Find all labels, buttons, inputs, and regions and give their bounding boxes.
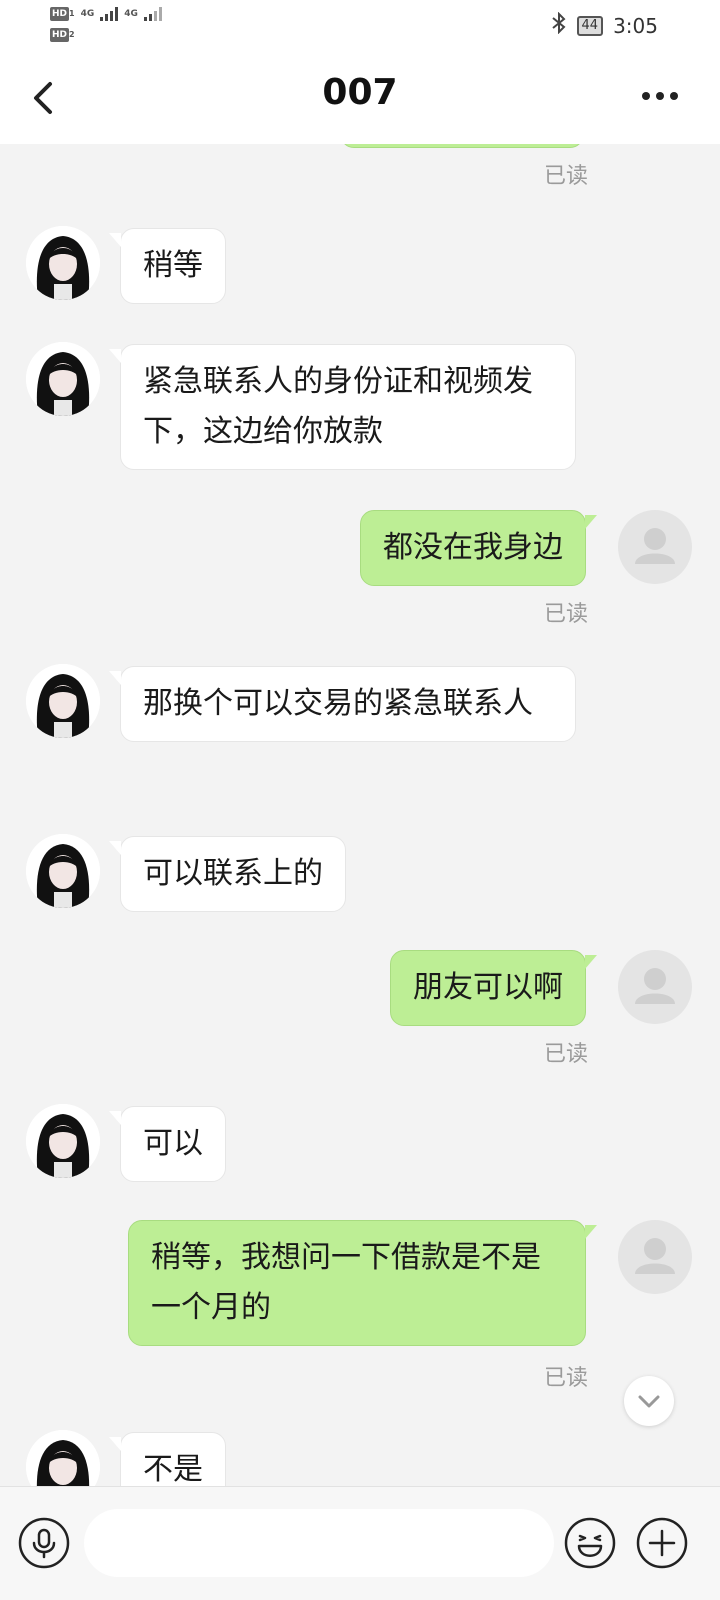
status-bar: HD 1 4G 4G HD 2 44 3:05: [0, 0, 720, 56]
network-type-1: 4G: [80, 8, 95, 19]
incoming-bubble[interactable]: 不是: [109, 1432, 226, 1486]
user-avatar[interactable]: [618, 950, 692, 1024]
contact-avatar[interactable]: [26, 664, 100, 738]
contact-avatar[interactable]: [26, 834, 100, 908]
outgoing-bubble[interactable]: 朋友可以啊: [390, 950, 597, 1026]
bluetooth-icon: [551, 11, 567, 39]
contact-avatar[interactable]: [26, 342, 100, 416]
plus-icon[interactable]: [636, 1517, 688, 1569]
signal-icon-2: [143, 6, 162, 21]
incoming-bubble[interactable]: 紧急联系人的身份证和视频发下，这边给你放款: [109, 344, 576, 470]
title-bar: 007: [0, 56, 720, 144]
contact-avatar[interactable]: [26, 1430, 100, 1486]
microphone-icon[interactable]: [18, 1517, 70, 1569]
signal-icon: [100, 6, 119, 21]
scroll-down-button[interactable]: [624, 1376, 674, 1426]
message-list[interactable]: 已读 稍等 紧急联系人的身份证和视频发下，这边给你放款 都没在我身边 已读 那换…: [0, 144, 720, 1486]
sim2-number: 2: [69, 30, 75, 39]
battery-icon: 44: [576, 15, 604, 36]
network-type-2: 4G: [124, 8, 138, 19]
incoming-bubble[interactable]: 稍等: [109, 228, 226, 304]
incoming-bubble[interactable]: 可以联系上的: [109, 836, 346, 912]
message-input[interactable]: [84, 1509, 554, 1577]
outgoing-bubble[interactable]: [340, 144, 584, 148]
sim1-hd-badge: HD: [50, 7, 70, 21]
outgoing-bubble[interactable]: 都没在我身边: [360, 510, 597, 586]
sim-status: HD 1 4G 4G HD 2: [50, 6, 162, 42]
sim1-number: 1: [69, 9, 75, 18]
user-avatar[interactable]: [618, 510, 692, 584]
input-bar: [0, 1486, 720, 1600]
outgoing-bubble[interactable]: 稍等，我想问一下借款是不是一个月的: [128, 1220, 597, 1346]
read-status: 已读: [543, 1366, 588, 1391]
clock: 3:05: [613, 13, 658, 38]
incoming-bubble[interactable]: 可以: [109, 1106, 226, 1182]
contact-avatar[interactable]: [26, 226, 100, 300]
user-avatar[interactable]: [618, 1220, 692, 1294]
contact-avatar[interactable]: [26, 1104, 100, 1178]
more-dots-icon[interactable]: [640, 86, 680, 106]
incoming-bubble[interactable]: 那换个可以交易的紧急联系人: [109, 666, 576, 742]
read-status: 已读: [543, 1042, 588, 1067]
read-status: 已读: [543, 164, 588, 189]
chat-title: 007: [322, 72, 398, 113]
read-status: 已读: [543, 602, 588, 627]
sim2-hd-badge: HD: [50, 28, 70, 42]
emoji-icon[interactable]: [564, 1517, 616, 1569]
